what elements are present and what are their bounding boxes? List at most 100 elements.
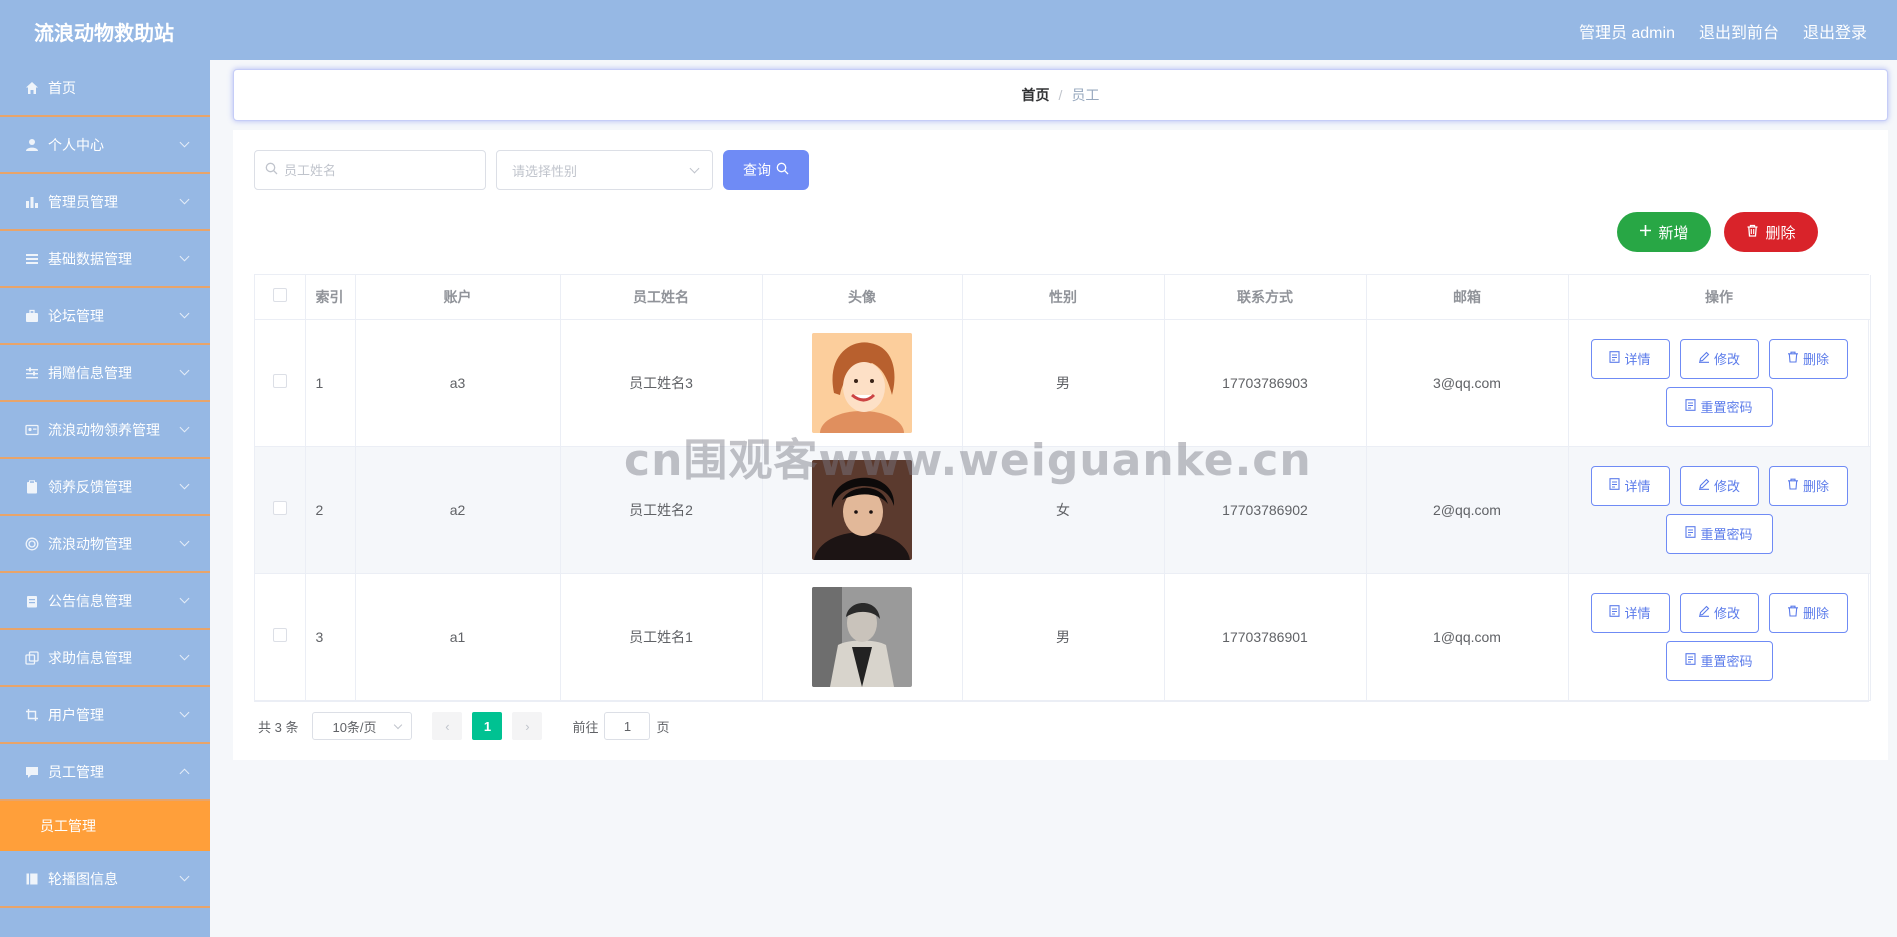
name-search-field[interactable]	[254, 150, 486, 190]
sidebar-item-label: 轮播图信息	[48, 870, 118, 887]
account-cell: a2	[355, 446, 561, 574]
reset-password-label: 重置密码	[1700, 527, 1753, 542]
chevron-down-icon	[179, 194, 190, 205]
chevron-down-icon	[394, 720, 403, 730]
chevron-down-icon	[179, 871, 190, 882]
chevron-up-icon	[179, 768, 190, 779]
name-search-input[interactable]	[284, 162, 464, 178]
document-icon	[1685, 399, 1697, 414]
query-button[interactable]: 查询	[723, 150, 809, 190]
detail-button-label: 详情	[1624, 606, 1651, 621]
detail-button[interactable]: 详情	[1590, 465, 1670, 506]
add-button[interactable]: 新增	[1617, 212, 1711, 252]
actions-cell: 详情 修改 删除 重置密码	[1568, 573, 1871, 701]
target-icon	[24, 536, 40, 552]
delete-button[interactable]: 删除	[1768, 592, 1848, 633]
chevron-down-icon	[179, 479, 190, 490]
page-number-button[interactable]: 1	[472, 712, 503, 740]
trash-icon	[1787, 478, 1799, 493]
batch-delete-button[interactable]: 删除	[1724, 212, 1818, 252]
gender-cell: 男	[962, 573, 1165, 701]
sidebar-item-base-data[interactable]: 基础数据管理	[0, 231, 210, 288]
table-header-row: 索引 账户 员工姓名 头像 性别 联系方式 邮箱 操作	[255, 275, 1871, 320]
sidebar-item-staff[interactable]: 员工管理	[0, 744, 210, 801]
sidebar-item-animals[interactable]: 流浪动物管理	[0, 516, 210, 573]
trash-icon	[1787, 605, 1799, 620]
top-links: 管理员 admin 退出到前台 退出登录	[1579, 19, 1867, 43]
submenu-item-staff-manage[interactable]: 员工管理	[0, 801, 210, 851]
chevron-down-icon	[179, 536, 190, 547]
breadcrumb-home[interactable]: 首页	[1022, 85, 1050, 105]
sidebar-item-home[interactable]: 首页	[0, 60, 210, 117]
search-icon	[265, 162, 278, 178]
page-size-select[interactable]: 10条/页	[312, 712, 413, 740]
reset-password-label: 重置密码	[1700, 400, 1753, 415]
row-checkbox[interactable]	[272, 374, 287, 388]
gender-select[interactable]: 请选择性别	[496, 150, 713, 190]
row-checkbox[interactable]	[272, 628, 287, 642]
pencil-icon	[1698, 605, 1710, 620]
query-button-label: 查询	[743, 162, 771, 178]
name-cell: 员工姓名3	[560, 319, 763, 447]
row-select-cell	[255, 573, 306, 701]
column-header: 邮箱	[1366, 275, 1569, 320]
notice-icon	[24, 593, 40, 609]
chevron-down-icon	[179, 137, 190, 148]
sidebar-item-admin-manage[interactable]: 管理员管理	[0, 174, 210, 231]
home-icon	[24, 80, 40, 96]
edit-button[interactable]: 修改	[1679, 592, 1759, 633]
sidebar-item-donation[interactable]: 捐赠信息管理	[0, 345, 210, 402]
search-icon	[776, 162, 789, 178]
plus-icon	[1639, 224, 1652, 241]
sidebar-item-feedback[interactable]: 领养反馈管理	[0, 459, 210, 516]
briefcase-icon	[24, 308, 40, 324]
sidebar-item-forum[interactable]: 论坛管理	[0, 288, 210, 345]
reset-password-button[interactable]: 重置密码	[1665, 386, 1773, 427]
sidebar-item-notice[interactable]: 公告信息管理	[0, 573, 210, 630]
next-page-button[interactable]: ›	[512, 712, 543, 740]
delete-button[interactable]: 删除	[1768, 465, 1848, 506]
delete-button-label: 删除	[1765, 224, 1796, 242]
avatar	[812, 459, 912, 560]
sidebar-item-help[interactable]: 求助信息管理	[0, 630, 210, 687]
document-icon	[1609, 351, 1621, 366]
sidebar-item-label: 管理员管理	[48, 193, 118, 210]
prev-page-button[interactable]: ‹	[432, 712, 463, 740]
sidebar-item-carousel[interactable]: 轮播图信息	[0, 851, 210, 908]
top-bar: 流浪动物救助站 管理员 admin 退出到前台 退出登录	[0, 0, 1897, 60]
sidebar-item-profile[interactable]: 个人中心	[0, 117, 210, 174]
reset-password-button[interactable]: 重置密码	[1665, 640, 1773, 681]
account-cell: a1	[355, 573, 561, 701]
sidebar-item-label: 个人中心	[48, 136, 104, 153]
edit-button[interactable]: 修改	[1679, 465, 1759, 506]
admin-user-link[interactable]: 管理员 admin	[1579, 19, 1675, 43]
sidebar-item-adoption[interactable]: 流浪动物领养管理	[0, 402, 210, 459]
sidebar-item-label: 员工管理	[48, 763, 104, 780]
gender-cell: 男	[962, 319, 1165, 447]
goto-page-input[interactable]	[604, 712, 651, 740]
row-checkbox[interactable]	[272, 501, 287, 515]
sidebar-item-label: 流浪动物领养管理	[48, 421, 160, 438]
delete-button[interactable]: 删除	[1768, 338, 1848, 379]
sliders-icon	[24, 365, 40, 381]
reset-password-button[interactable]: 重置密码	[1665, 513, 1773, 554]
detail-button[interactable]: 详情	[1590, 592, 1670, 633]
row-select-cell	[255, 319, 306, 447]
chevron-down-icon	[179, 422, 190, 433]
select-all-checkbox[interactable]	[272, 288, 287, 303]
chevron-left-icon: ‹	[445, 718, 450, 734]
app-title: 流浪动物救助站	[34, 23, 174, 45]
detail-button[interactable]: 详情	[1590, 338, 1670, 379]
back-to-front-link[interactable]: 退出到前台	[1699, 19, 1779, 43]
chevron-down-icon	[179, 650, 190, 661]
edit-button-label: 修改	[1713, 352, 1740, 367]
clipboard-icon	[24, 479, 40, 495]
sidebar-item-label: 流浪动物管理	[48, 535, 132, 552]
logout-link[interactable]: 退出登录	[1803, 19, 1867, 43]
trash-icon	[1746, 224, 1759, 241]
sidebar-item-users[interactable]: 用户管理	[0, 687, 210, 744]
table-row: 1 a3 员工姓名3 男 17703786903 3@qq.com 详情 修改 …	[255, 319, 1871, 447]
edit-button[interactable]: 修改	[1679, 338, 1759, 379]
sidebar-item-label: 公告信息管理	[48, 592, 132, 609]
actions-cell: 详情 修改 删除 重置密码	[1568, 446, 1871, 574]
